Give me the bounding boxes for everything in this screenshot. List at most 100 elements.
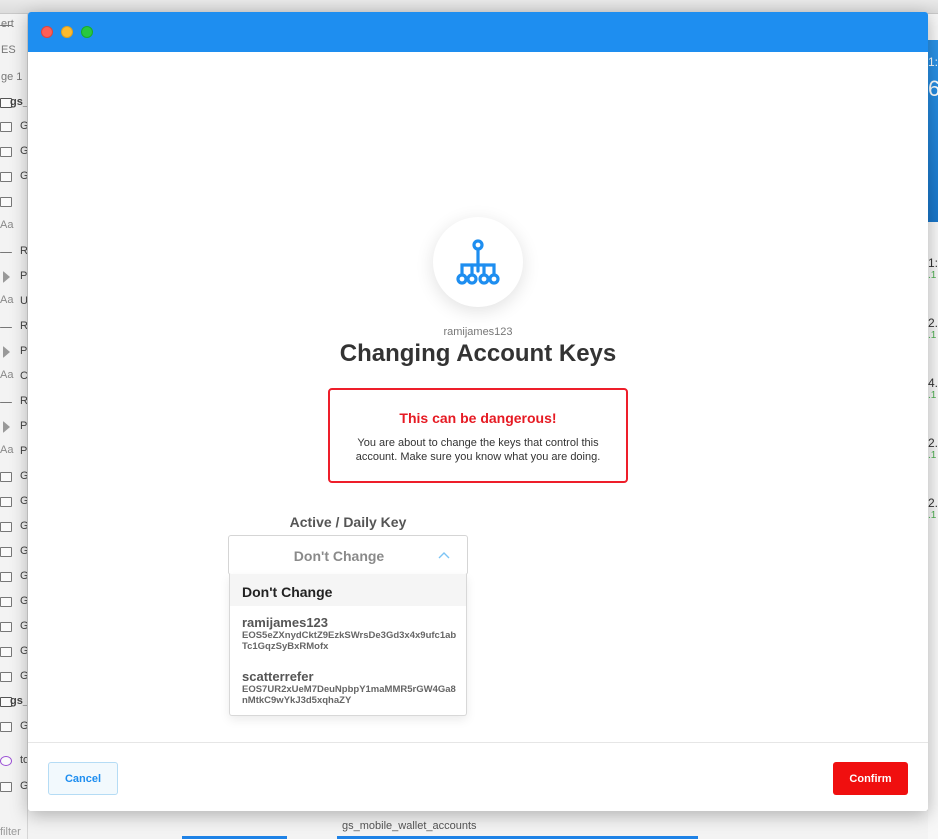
background-sidebar-row[interactable]: G [0, 778, 28, 796]
background-sidebar-row-label: ES [1, 44, 16, 56]
background-sidebar-row[interactable]: P [0, 443, 28, 461]
background-right-value-sub: .1 [928, 450, 937, 461]
warning-title: This can be dangerous! [399, 410, 557, 426]
background-right-value: 2. .1 [928, 496, 938, 521]
folder-icon [0, 597, 12, 607]
background-sidebar-row-label: U [20, 295, 28, 307]
background-sidebar-row[interactable]: R [0, 318, 28, 336]
window-titlebar [28, 12, 928, 52]
background-sidebar-row-label: C [20, 370, 28, 382]
dropdown-option-ramijames123[interactable]: ramijames123 EOS5eZXnydCktZ9EzkSWrsDe3Gd… [230, 615, 466, 652]
background-right-header-text: 1: [928, 55, 938, 69]
dropdown-option-account: ramijames123 [242, 615, 329, 630]
background-sidebar-row-label: G [20, 780, 28, 792]
background-sidebar-row[interactable]: G [0, 618, 27, 636]
background-sidebar-row-label: G [20, 645, 28, 657]
refresh-icon [0, 756, 12, 766]
background-sidebar-row[interactable]: R [0, 393, 28, 411]
background-sidebar-row[interactable]: G [0, 168, 28, 186]
folder-icon [0, 497, 12, 507]
background-sidebar-row[interactable] [0, 218, 27, 236]
background-sidebar-row[interactable]: G [0, 643, 28, 661]
background-sidebar-row[interactable]: G [0, 593, 28, 611]
background-sidebar-row-label: G [20, 720, 28, 732]
text-type-icon [0, 444, 18, 454]
background-right-value-main: 1: [928, 256, 938, 270]
background-sidebar-row-label: G [20, 595, 28, 607]
background-right-value: 4. .1 [928, 376, 938, 401]
window-zoom-button[interactable] [81, 26, 93, 38]
background-sidebar-row-label: gs_ [10, 695, 28, 707]
line-icon [0, 327, 12, 328]
line-icon [0, 402, 12, 403]
warning-text: You are about to change the keys that co… [355, 437, 601, 463]
background-sidebar-row-label: R [20, 320, 28, 332]
background-sidebar-row[interactable]: P [0, 418, 28, 436]
background-sidebar-row[interactable] [0, 193, 27, 211]
background-sidebar-row[interactable]: G [0, 118, 28, 136]
folder-icon [0, 122, 12, 132]
background-sidebar-row[interactable]: to [0, 752, 27, 770]
modal-footer: Cancel Confirm [28, 742, 928, 811]
folder-icon [0, 782, 12, 792]
background-sidebar-row[interactable]: G [0, 543, 27, 561]
background-right-value-main: 2. [928, 496, 938, 510]
active-key-selected-value: Don't Change [293, 548, 385, 564]
background-sidebar-row[interactable]: P [0, 343, 28, 361]
background-sidebar-row-label: ge 1 [1, 71, 23, 83]
background-sidebar-row[interactable]: G [0, 468, 28, 486]
background-right-value: 1: .1 [928, 256, 938, 281]
background-sidebar-row[interactable]: gs_ [0, 94, 28, 112]
active-key-label: Active / Daily Key [289, 514, 407, 530]
background-sidebar-row-label: gs_ [10, 96, 28, 108]
window-minimize-button[interactable] [61, 26, 73, 38]
background-sidebar-row-label: G [20, 145, 28, 157]
background-sidebar-row[interactable]: G [0, 493, 27, 511]
active-key-select[interactable]: Don't Change [228, 535, 468, 575]
background-right-header-number: 6 [928, 76, 938, 101]
text-type-icon [0, 219, 18, 229]
folder-icon [0, 197, 12, 207]
dropdown-option-account: scatterrefer [242, 669, 314, 684]
background-sidebar-row-label: P [20, 345, 28, 357]
background-sidebar-row[interactable]: G [0, 568, 27, 586]
folder-icon [0, 622, 12, 632]
dropdown-option-label: Don't Change [242, 584, 333, 600]
background-sidebar-row-label: G [20, 470, 28, 482]
folder-icon [0, 522, 12, 532]
background-sidebar-row-label: R [20, 245, 28, 257]
background-sidebar-row[interactable]: gs_ [0, 693, 28, 711]
background-sidebar-row[interactable]: P [0, 268, 27, 286]
background-sidebar-row[interactable]: ge 1 [0, 69, 27, 87]
background-sidebar-row-label: G [20, 120, 28, 132]
line-icon [0, 252, 12, 253]
background-sidebar-row[interactable]: G [0, 668, 27, 686]
background-sidebar-row-label: P [20, 420, 28, 432]
dropdown-option-dont-change[interactable]: Don't Change [230, 574, 466, 606]
background-sidebar-row[interactable]: R [0, 243, 28, 261]
background-sidebar-row[interactable]: C [0, 368, 28, 386]
background-sidebar-row[interactable]: U [0, 293, 28, 311]
dropdown-option-scatterrefer[interactable]: scatterrefer EOS7UR2xUeM7DeuNpbpY1maMMR5… [230, 669, 466, 706]
background-sidebar-row-label: G [20, 170, 28, 182]
background-sidebar-row[interactable]: G [0, 718, 28, 736]
background-right-value-main: 2. [928, 436, 938, 450]
background-bottom-tab[interactable]: gs_mobile_wallet_accounts [337, 820, 698, 839]
background-sidebar-row-label: P [20, 445, 28, 457]
window-close-button[interactable] [41, 26, 53, 38]
text-type-icon [0, 294, 18, 304]
folder-icon [0, 647, 12, 657]
confirm-button[interactable]: Confirm [833, 762, 908, 795]
background-right-value: 2. .1 [928, 436, 938, 461]
background-sidebar-row-label: R [20, 395, 28, 407]
folder-icon [0, 172, 12, 182]
background-sidebar-row[interactable]: ert [0, 16, 27, 34]
folder-icon [0, 472, 12, 482]
background-sidebar-row[interactable]: ES [0, 42, 27, 60]
danger-warning-box: This can be dangerous! You are about to … [328, 388, 628, 483]
cancel-button[interactable]: Cancel [48, 762, 118, 795]
dropdown-option-public-key: EOS5eZXnydCktZ9EzkSWrsDe3Gd3x4x9ufc1abTc… [242, 630, 457, 652]
active-key-dropdown: Don't Change ramijames123 EOS5eZXnydCktZ… [229, 574, 467, 716]
background-sidebar-row[interactable]: G [0, 518, 27, 536]
background-sidebar-row[interactable]: G [0, 143, 28, 161]
